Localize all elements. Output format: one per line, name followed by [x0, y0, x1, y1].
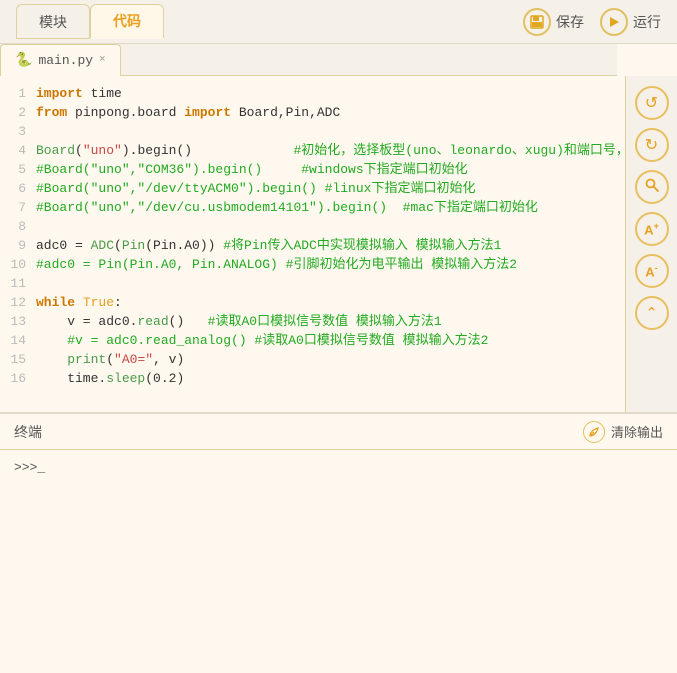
redo-icon: ↻	[645, 135, 658, 155]
run-label: 运行	[633, 12, 661, 32]
code-line-4: Board("uno").begin() #初始化，选择板型(uno、leona…	[36, 141, 669, 160]
search-icon	[644, 177, 660, 198]
terminal-body[interactable]: >>>_	[0, 450, 677, 673]
python-icon: 🐍	[15, 52, 32, 69]
code-line-13: v = adc0.read() #读取A0口模拟信号数值 模拟输入方法1	[36, 312, 669, 331]
font-decrease-icon: A-	[645, 263, 657, 279]
collapse-icon: ⌃	[645, 304, 658, 322]
save-label: 保存	[556, 12, 584, 32]
collapse-button[interactable]: ⌃	[635, 296, 669, 330]
code-line-8	[36, 217, 669, 236]
redo-button[interactable]: ↻	[635, 128, 669, 162]
undo-icon: ↺	[645, 93, 658, 113]
code-lines[interactable]: import time from pinpong.board import Bo…	[36, 76, 677, 412]
terminal-header: 终端 清除输出	[0, 414, 677, 450]
code-line-10: #adc0 = Pin(Pin.A0, Pin.ANALOG) #引脚初始化为电…	[36, 255, 669, 274]
terminal-title: 终端	[14, 422, 42, 442]
line-numbers: 1 2 3 4 5 6 7 8 9 10 11 12 13 14 15 16	[0, 76, 36, 412]
code-line-16: time.sleep(0.2)	[36, 369, 669, 388]
main-toolbar: 模块 代码 保存 运行	[0, 0, 677, 44]
file-tab-name: main.py	[38, 53, 93, 68]
font-increase-button[interactable]: A+	[635, 212, 669, 246]
search-button[interactable]	[635, 170, 669, 204]
run-icon	[600, 8, 628, 36]
side-toolbar: ↺ ↻ A+ A- ⌃	[625, 76, 677, 412]
editor-area: 🐍 main.py × 1 2 3 4 5 6 7 8 9 10 11 12 1…	[0, 44, 677, 414]
file-tabs: 🐍 main.py ×	[0, 44, 617, 76]
tab-group: 模块 代码	[16, 4, 164, 39]
save-button[interactable]: 保存	[523, 8, 584, 36]
code-line-9: adc0 = ADC(Pin(Pin.A0)) #将Pin传入ADC中实现模拟输…	[36, 236, 669, 255]
tab-code[interactable]: 代码	[90, 4, 164, 39]
code-line-5: #Board("uno","COM36").begin() #windows下指…	[36, 160, 669, 179]
code-line-2: from pinpong.board import Board,Pin,ADC	[36, 103, 669, 122]
run-button[interactable]: 运行	[600, 8, 661, 36]
file-tab-main[interactable]: 🐍 main.py ×	[0, 44, 121, 76]
code-content: 1 2 3 4 5 6 7 8 9 10 11 12 13 14 15 16 i…	[0, 76, 677, 412]
code-line-14: #v = adc0.read_analog() #读取A0口模拟信号数值 模拟输…	[36, 331, 669, 350]
code-line-11	[36, 274, 669, 293]
code-line-7: #Board("uno","/dev/cu.usbmodem14101").be…	[36, 198, 669, 217]
terminal-prompt: >>>_	[14, 460, 45, 475]
font-increase-icon: A+	[644, 221, 659, 237]
code-line-15: print("A0=", v)	[36, 350, 669, 369]
tab-module[interactable]: 模块	[16, 4, 90, 39]
leaf-icon	[583, 421, 605, 443]
toolbar-actions: 保存 运行	[523, 8, 661, 36]
save-icon	[523, 8, 551, 36]
font-decrease-button[interactable]: A-	[635, 254, 669, 288]
undo-button[interactable]: ↺	[635, 86, 669, 120]
clear-output-button[interactable]: 清除输出	[583, 421, 663, 443]
clear-label: 清除输出	[611, 422, 663, 441]
code-line-12: while True:	[36, 293, 669, 312]
close-tab-icon[interactable]: ×	[99, 54, 106, 66]
code-line-1: import time	[36, 84, 669, 103]
code-line-3	[36, 122, 669, 141]
code-line-6: #Board("uno","/dev/ttyACM0").begin() #li…	[36, 179, 669, 198]
terminal-area: 终端 清除输出 >>>_	[0, 414, 677, 673]
